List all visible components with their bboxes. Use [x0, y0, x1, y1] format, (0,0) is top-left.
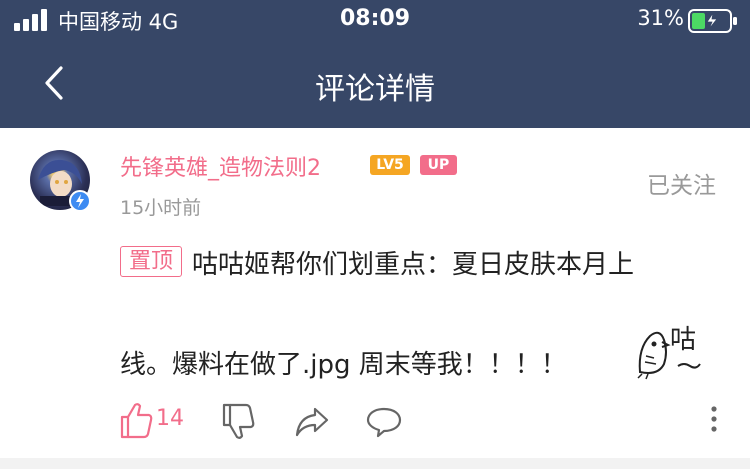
more-options-button[interactable] [704, 398, 724, 444]
verified-badge-icon [69, 190, 91, 212]
battery-percent: 31% [637, 6, 684, 30]
battery-icon [688, 9, 737, 33]
follow-button[interactable]: 已关注 [647, 166, 716, 200]
like-count: 14 [156, 406, 184, 431]
nav-bar: 评论详情 [0, 40, 750, 128]
thumbs-down-icon [222, 403, 255, 439]
status-bar: 中国移动 4G 08:09 31% [0, 0, 750, 40]
thumbs-up-icon [120, 403, 153, 439]
level-badge: LV5 [370, 155, 410, 175]
share-button[interactable] [295, 398, 329, 444]
like-button[interactable]: 14 [120, 398, 190, 444]
comment-text-line-1: 咕咕姬帮你们划重点：夏日皮肤本月上 [192, 250, 635, 280]
reply-button[interactable] [366, 398, 402, 444]
page-title: 评论详情 [315, 72, 435, 107]
sticker-text: 咕 [670, 325, 696, 355]
comment-icon [366, 407, 402, 438]
comment-text-line-2: 线。爆料在做了.jpg 周末等我！！！！ [120, 350, 567, 380]
section-divider [0, 458, 750, 469]
author-name[interactable]: 先锋英雄_造物法则2 [120, 150, 321, 182]
bird-sticker-icon: 咕 [637, 325, 701, 380]
top-bar: 中国移动 4G 08:09 31% 评论详情 [0, 0, 750, 128]
more-vertical-icon [711, 406, 717, 432]
share-icon [295, 407, 329, 437]
pinned-tag: 置顶 [120, 246, 182, 277]
up-badge: UP [420, 155, 457, 175]
comment-actions: 14 [0, 398, 750, 444]
timestamp: 15小时前 [120, 197, 202, 219]
dislike-button[interactable] [222, 398, 256, 444]
